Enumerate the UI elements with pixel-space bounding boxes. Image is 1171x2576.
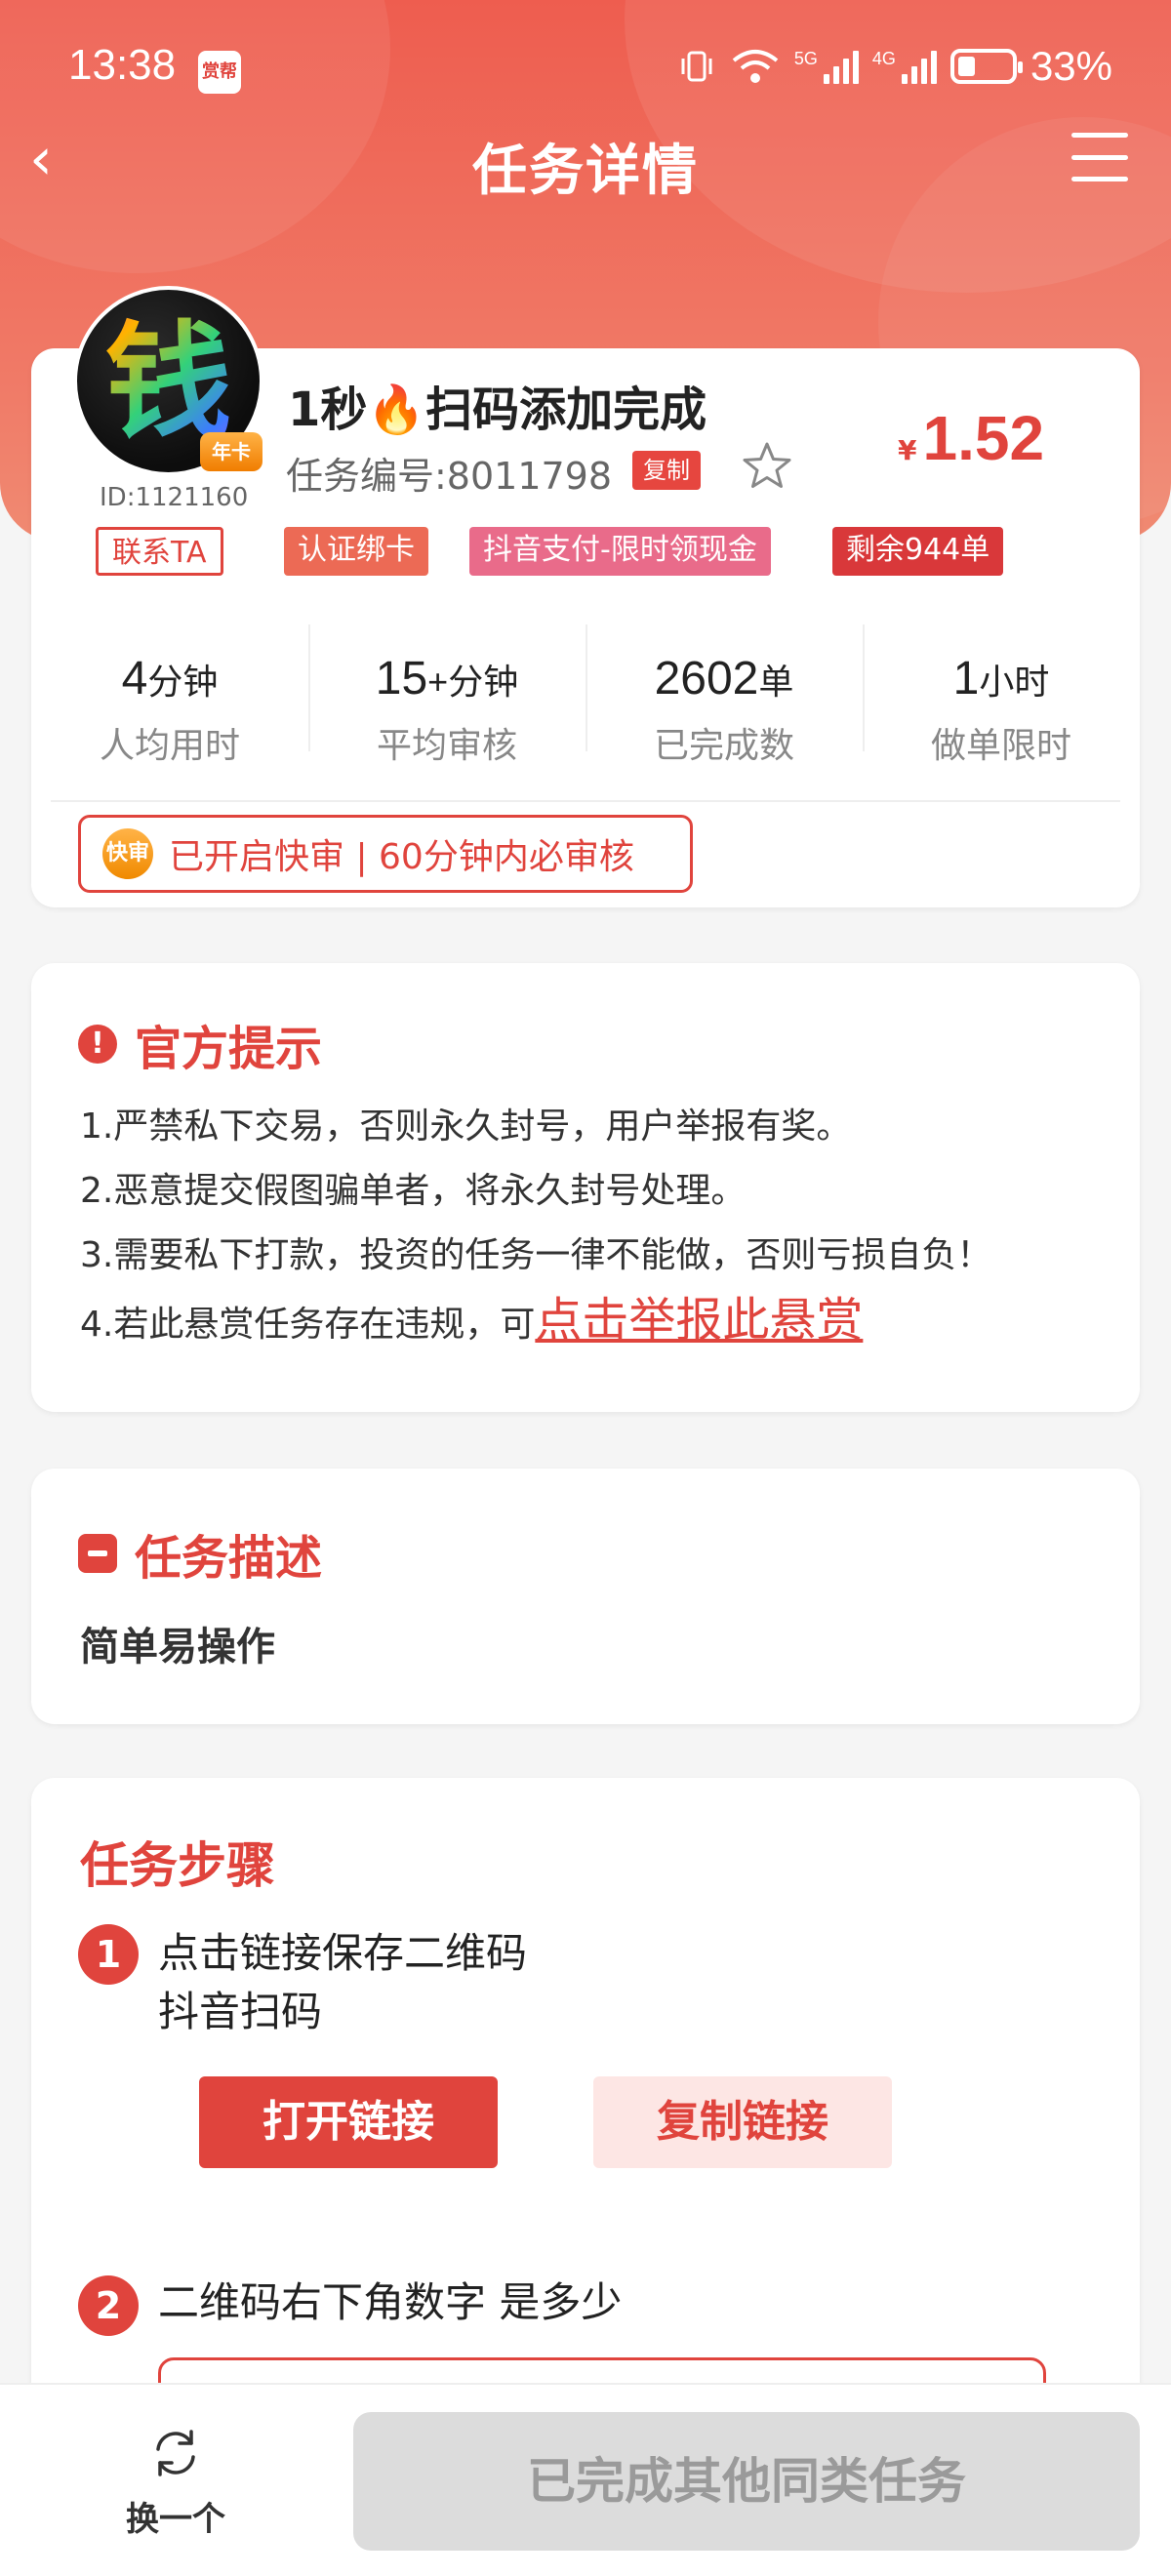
open-link-button[interactable]: 打开链接 (199, 2076, 498, 2168)
steps-title: 任务步骤 (80, 1837, 275, 1894)
task-tags: 联系TA 认证绑卡 抖音支付-限时领现金 剩余944单 (96, 527, 1071, 576)
divider (51, 800, 1120, 802)
menu-icon[interactable] (1071, 133, 1128, 181)
wifi-icon (732, 50, 779, 83)
refresh-icon (156, 2430, 195, 2476)
star-icon[interactable] (740, 439, 794, 494)
stat-completed: 2602单 已完成数 (586, 624, 863, 766)
step-number: 2 (78, 2275, 139, 2336)
exclamation-icon: ! (78, 1025, 117, 1064)
publisher-id: ID:1121160 (100, 483, 249, 512)
description-header: 任务描述 (78, 1519, 322, 1588)
task-description-card: 任务描述 简单易操作 (31, 1469, 1140, 1724)
copy-task-number-button[interactable]: 复制 (632, 451, 701, 490)
stat-avg-review: 15+分钟 平均审核 (308, 624, 586, 766)
bottom-action-bar: 换一个 已完成其他同类任务 (0, 2383, 1171, 2576)
step-1-text: 点击链接保存二维码 抖音扫码 (158, 1929, 528, 2035)
battery-percent: 33% (1030, 43, 1112, 89)
task-title: 1秒🔥扫码添加完成 (288, 382, 707, 437)
completed-similar-button[interactable]: 已完成其他同类任务 (353, 2412, 1140, 2551)
year-card-badge: 年卡 (200, 432, 262, 471)
app-notification-icon: 赏帮 (198, 51, 241, 94)
stat-avg-time: 4分钟 人均用时 (99, 653, 240, 766)
official-notice-card: ! 官方提示 1.严禁私下交易，否则永久封号，用户举报有奖。 2.恶意提交假图骗… (31, 963, 1140, 1412)
copy-link-button[interactable]: 复制链接 (593, 2076, 892, 2168)
status-time: 13:38 (68, 41, 177, 89)
tag-bind-card: 认证绑卡 (284, 527, 428, 576)
fast-review-icon: 快审 (102, 828, 153, 879)
report-link[interactable]: 点击举报此悬赏 (535, 1293, 863, 1348)
tag-remaining: 剩余944单 (832, 527, 1004, 576)
task-stats: 4分钟 人均用时 15+分钟 平均审核 2602单 已完成数 1小时 做单限时 (31, 624, 1140, 766)
page-title: 任务详情 (472, 140, 699, 203)
notice-item: 2.恶意提交假图骗单者，将永久封号处理。 (80, 1171, 747, 1211)
signal-4g-icon: 4G (872, 49, 937, 84)
description-text: 简单易操作 (80, 1625, 275, 1670)
task-number: 任务编号:8011798 (286, 455, 613, 498)
notice-item: 4.若此悬赏任务存在违规，可点击举报此悬赏 (80, 1293, 864, 1348)
description-title: 任务描述 (135, 1531, 323, 1586)
notice-header: ! 官方提示 (78, 1010, 322, 1078)
fast-review-badge: 快审 已开启快审 | 60分钟内必审核 (78, 815, 693, 893)
notice-title: 官方提示 (135, 1022, 323, 1076)
contact-button[interactable]: 联系TA (96, 527, 223, 576)
vibrate-icon (681, 51, 712, 82)
fast-review-text: 已开启快审 | 60分钟内必审核 (169, 837, 634, 877)
notice-item: 1.严禁私下交易，否则永久封号，用户举报有奖。 (80, 1107, 852, 1147)
stat-time-limit: 1小时 做单限时 (863, 624, 1140, 766)
swap-task-button[interactable]: 换一个 (98, 2424, 254, 2551)
status-indicators: 5G 4G 33% (677, 43, 1112, 90)
notice-item: 3.需要私下打款，投资的任务一律不能做，否则亏损自负！ (80, 1235, 992, 1275)
step-number: 1 (78, 1924, 139, 1985)
notice-list: 1.严禁私下交易，否则永久封号，用户举报有奖。 2.恶意提交假图骗单者，将永久封… (80, 1107, 991, 1370)
status-bar: 13:38 赏帮 5G 4G 33% (0, 0, 1171, 137)
battery-icon (949, 49, 1023, 84)
tag-payment: 抖音支付-限时领现金 (469, 527, 771, 576)
step-2-text: 二维码右下角数字 是多少 (158, 2278, 623, 2326)
swap-label: 换一个 (126, 2500, 225, 2539)
signal-5g-icon: 5G (794, 49, 859, 84)
nav-bar: ‹ 任务详情 (0, 117, 1171, 205)
task-price: ¥1.52 (898, 403, 1045, 473)
document-icon (78, 1534, 117, 1573)
